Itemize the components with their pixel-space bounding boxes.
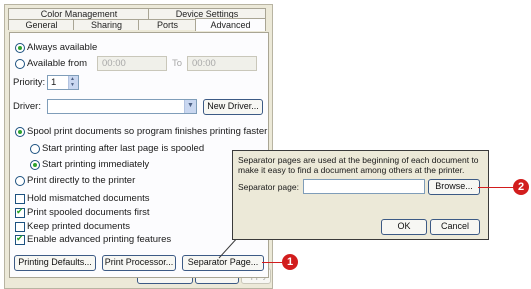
keep-printed-label: Keep printed documents: [27, 221, 130, 232]
from-time-value: 00:00: [102, 58, 126, 69]
driver-label: Driver:: [13, 101, 41, 112]
priority-label: Priority:: [13, 77, 46, 88]
tab-general[interactable]: General: [8, 19, 75, 30]
driver-select[interactable]: ▼: [47, 99, 197, 114]
separator-description: Separator pages are used at the beginnin…: [238, 155, 479, 175]
tab-sharing[interactable]: Sharing: [73, 19, 140, 30]
start-after-last-label: Start printing after last page is spoole…: [42, 143, 205, 154]
tab-advanced[interactable]: Advanced: [195, 18, 266, 31]
print-processor-button[interactable]: Print Processor...: [102, 255, 176, 271]
to-time-field[interactable]: 00:00: [187, 56, 257, 71]
spin-down-icon: ▼: [70, 82, 75, 88]
hold-mismatched-checkbox[interactable]: [15, 194, 25, 204]
browse-button[interactable]: Browse...: [428, 179, 480, 195]
separator-page-dialog: Separator pages are used at the beginnin…: [232, 150, 489, 240]
callout-one-badge: 1: [282, 254, 298, 270]
callout-one-line: [262, 262, 284, 263]
chevron-down-icon: ▼: [187, 102, 194, 109]
separator-page-field[interactable]: [303, 179, 425, 194]
available-from-label: Available from: [27, 58, 88, 69]
new-driver-button[interactable]: New Driver...: [203, 99, 263, 115]
hold-mismatched-label: Hold mismatched documents: [27, 193, 150, 204]
priority-spinner[interactable]: ▲ ▼: [68, 76, 78, 89]
to-time-value: 00:00: [192, 58, 216, 69]
driver-dropdown-button[interactable]: ▼: [184, 100, 196, 113]
callout-two-badge: 2: [513, 179, 529, 195]
priority-field[interactable]: 1 ▲ ▼: [47, 75, 79, 90]
enable-advanced-checkbox[interactable]: [15, 233, 25, 245]
callout-two-line: [478, 187, 515, 188]
keep-printed-checkbox[interactable]: [15, 222, 25, 232]
separator-ok-button[interactable]: OK: [381, 219, 427, 235]
separator-page-label: Separator page:: [238, 182, 299, 192]
priority-value: 1: [51, 77, 57, 88]
from-time-field[interactable]: 00:00: [97, 56, 167, 71]
to-label: To: [172, 58, 183, 69]
enable-advanced-label: Enable advanced printing features: [27, 234, 172, 245]
print-direct-radio[interactable]: [15, 176, 25, 186]
available-from-radio[interactable]: [15, 59, 25, 69]
always-available-label: Always available: [27, 42, 98, 53]
printing-defaults-button[interactable]: Printing Defaults...: [14, 255, 96, 271]
print-spooled-first-checkbox[interactable]: [15, 206, 25, 218]
start-immediately-radio[interactable]: [30, 160, 40, 170]
print-spooled-first-label: Print spooled documents first: [27, 207, 150, 218]
always-available-radio[interactable]: [15, 43, 25, 53]
print-direct-label: Print directly to the printer: [27, 175, 136, 186]
spool-label: Spool print documents so program finishe…: [27, 126, 268, 137]
start-after-last-radio[interactable]: [30, 144, 40, 154]
spool-radio[interactable]: [15, 127, 25, 137]
separator-cancel-button[interactable]: Cancel: [430, 219, 480, 235]
tab-ports[interactable]: Ports: [138, 19, 197, 30]
tab-color-management[interactable]: Color Management: [8, 8, 150, 19]
start-immediately-label: Start printing immediately: [42, 159, 150, 170]
